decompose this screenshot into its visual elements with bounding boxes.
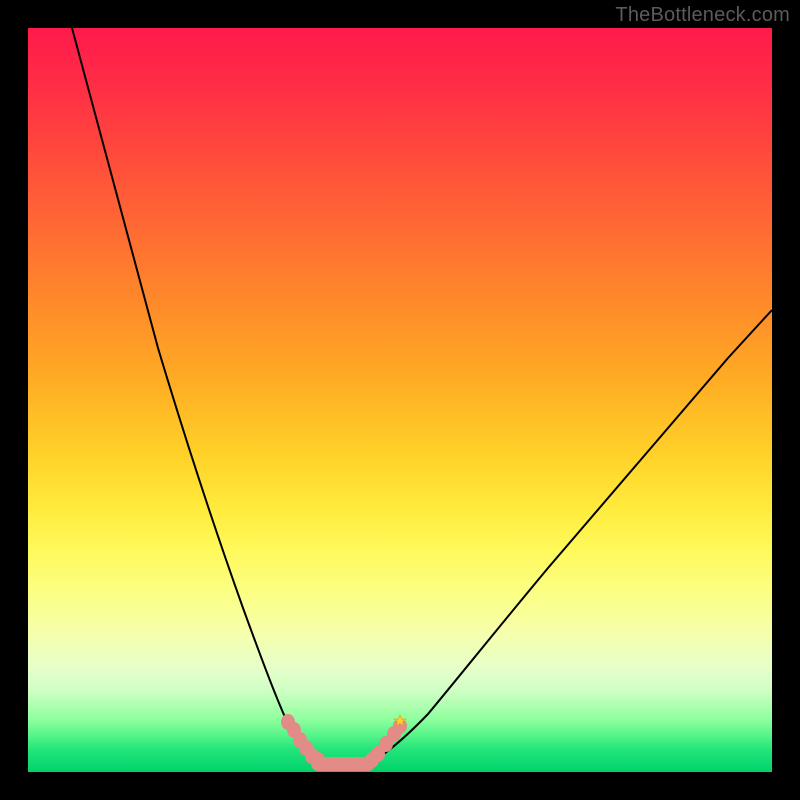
marker-left-cluster	[281, 714, 325, 768]
watermark-text: TheBottleneck.com	[615, 4, 790, 27]
chart-frame: TheBottleneck.com	[0, 0, 800, 800]
right-curve	[368, 310, 772, 764]
marker-right-cluster	[365, 718, 407, 768]
plot-area	[28, 28, 772, 772]
left-curve	[72, 28, 324, 764]
curves-svg	[28, 28, 772, 772]
